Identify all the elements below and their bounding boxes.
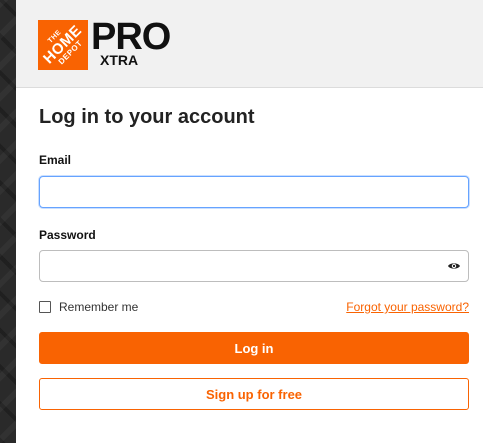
email-label: Email (39, 153, 72, 167)
eye-icon[interactable] (447, 259, 461, 273)
login-button[interactable]: Log in (39, 332, 469, 364)
login-card: THE HOME DEPOT PRO XTRA Log in to your a… (16, 0, 483, 443)
card-header: THE HOME DEPOT PRO XTRA (16, 0, 483, 88)
password-label: Password (39, 228, 96, 242)
remember-me-checkbox[interactable] (39, 301, 51, 313)
page-title: Log in to your account (39, 106, 255, 128)
home-depot-logo: THE HOME DEPOT (38, 20, 88, 70)
signup-button[interactable]: Sign up for free (39, 378, 469, 410)
remember-me: Remember me (39, 300, 138, 314)
password-field[interactable] (39, 250, 469, 282)
email-field[interactable] (39, 176, 469, 208)
login-form: Log in to your account Email Password Re… (16, 106, 483, 410)
forgot-password-link[interactable]: Forgot your password? (346, 300, 469, 314)
password-row (39, 250, 469, 282)
options-row: Remember me Forgot your password? (39, 298, 469, 316)
logo-xtra-text: XTRA (100, 52, 139, 68)
logo-pro-text: PRO (91, 16, 171, 58)
pro-xtra-logo: THE HOME DEPOT PRO XTRA (38, 16, 171, 70)
remember-me-label: Remember me (59, 300, 139, 314)
